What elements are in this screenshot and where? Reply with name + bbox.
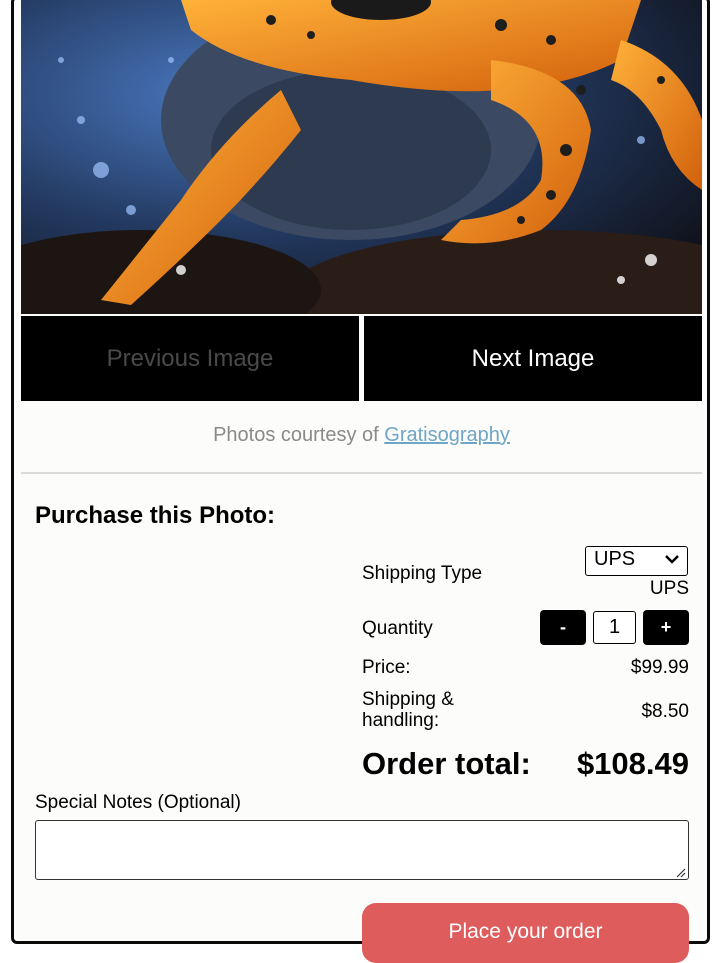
shipping-handling-value: $8.50 — [641, 701, 689, 722]
section-divider — [21, 472, 702, 474]
shipping-type-selected: UPS — [594, 548, 636, 570]
chevron-down-icon — [665, 549, 679, 574]
order-total-label: Order total: — [362, 746, 531, 781]
resize-grip-icon[interactable] — [674, 865, 686, 878]
order-total-value: $108.49 — [576, 746, 689, 781]
shipping-type-label: Shipping Type — [362, 563, 483, 584]
purchase-heading: Purchase this Photo: — [35, 502, 276, 529]
frog-photo — [21, 0, 702, 314]
special-notes-textarea[interactable] — [35, 820, 689, 880]
place-order-button[interactable]: Place your order — [362, 903, 689, 963]
next-image-button[interactable]: Next Image — [364, 316, 702, 401]
price-value: $99.99 — [630, 657, 689, 678]
price-label: Price: — [362, 657, 411, 678]
shipping-type-value: UPS — [649, 578, 689, 599]
credit-text: Photos courtesy of — [213, 424, 385, 446]
previous-image-button[interactable]: Previous Image — [21, 316, 359, 401]
quantity-input[interactable]: 1 — [593, 611, 636, 644]
quantity-label: Quantity — [362, 618, 433, 639]
shipping-type-select[interactable]: UPS — [585, 546, 688, 576]
gratisography-link[interactable]: Gratisography — [384, 424, 510, 446]
quantity-increment-button[interactable]: + — [643, 610, 689, 645]
special-notes-label: Special Notes (Optional) — [35, 792, 241, 813]
photo-credit: Photos courtesy of Gratisography — [21, 424, 702, 447]
quantity-decrement-button[interactable]: - — [540, 610, 586, 645]
shipping-handling-label: Shipping & handling: — [362, 689, 454, 731]
